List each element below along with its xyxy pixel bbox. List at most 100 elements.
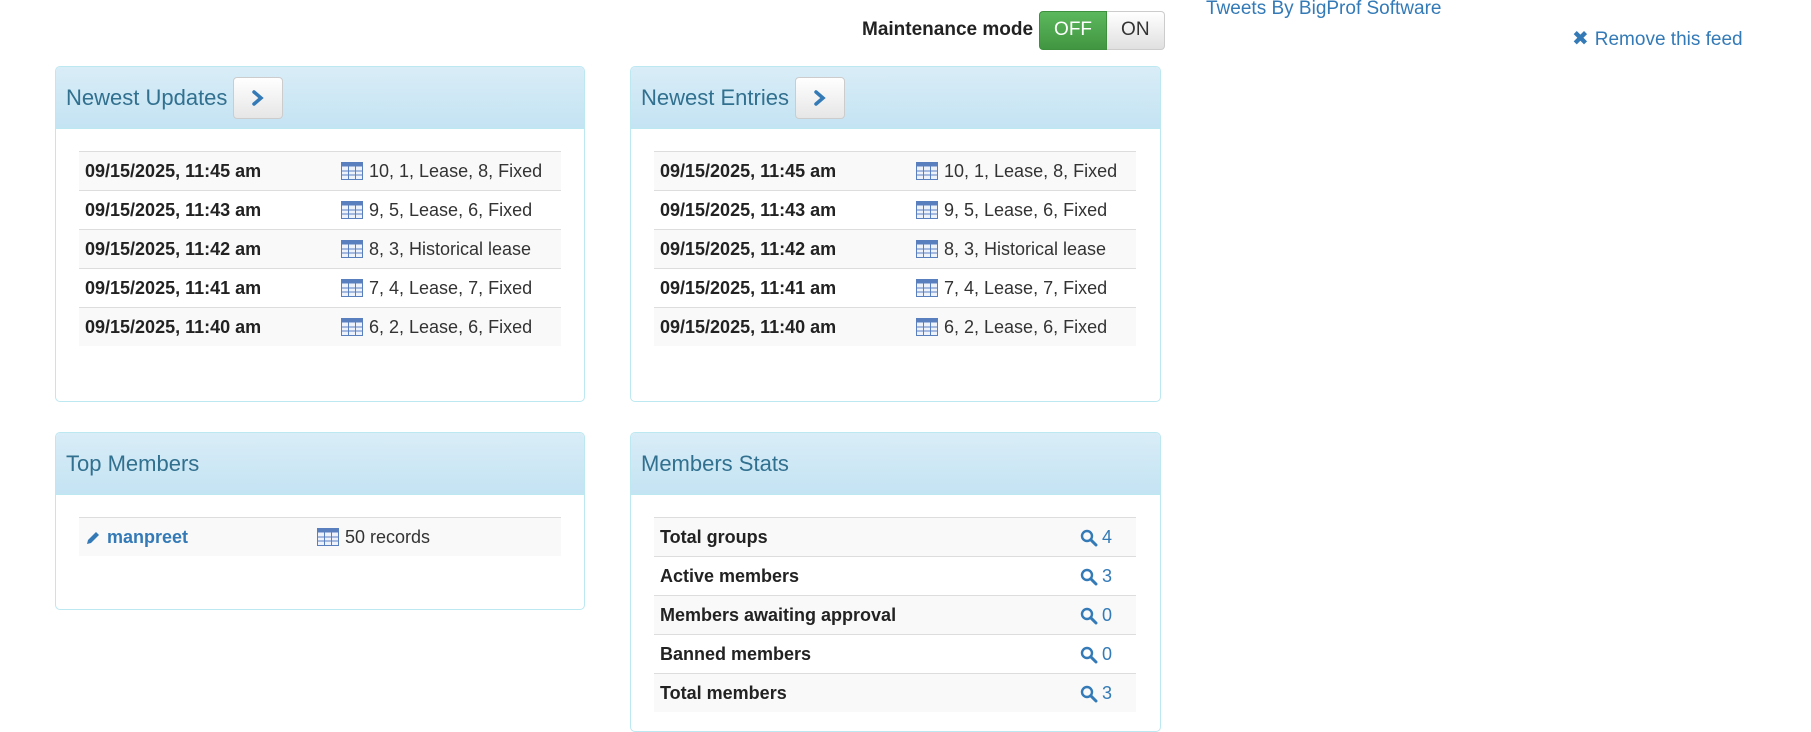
table-row: 09/15/2025, 11:45 am 10, 1, Lease, 8, Fix… <box>79 151 561 191</box>
entry-link[interactable]: 9, 5, Lease, 6, Fixed <box>335 190 561 230</box>
top-members-panel: Top Members manpreet 50 records <box>55 432 585 610</box>
maintenance-on-button[interactable]: ON <box>1107 10 1165 50</box>
table-row: 09/15/2025, 11:41 am 7, 4, Lease, 7, Fixe… <box>79 268 561 308</box>
table-row: 09/15/2025, 11:42 am 8, 3, Historical lea… <box>79 229 561 269</box>
stat-link[interactable]: 4 <box>1074 517 1136 557</box>
entry-date: 09/15/2025, 11:41 am <box>79 268 335 308</box>
newest-entries-panel: Newest Entries 09/15/2025, 11:45 am 10, 1… <box>630 66 1161 402</box>
entry-date: 09/15/2025, 11:45 am <box>79 151 335 191</box>
entry-summary: 10, 1, Lease, 8, Fixed <box>369 160 543 181</box>
table-row: 09/15/2025, 11:41 am 7, 4, Lease, 7, Fixe… <box>654 268 1136 308</box>
newest-updates-panel: Newest Updates 09/15/2025, 11:45 am 10, 1… <box>55 66 585 402</box>
table-row: manpreet 50 records <box>79 517 561 556</box>
newest-updates-more-button[interactable] <box>233 76 284 119</box>
stat-link[interactable]: 3 <box>1074 673 1136 712</box>
stat-label: Active members <box>654 556 1074 596</box>
table-icon <box>916 201 938 219</box>
table-icon <box>916 240 938 258</box>
entry-link[interactable]: 8, 3, Historical lease <box>910 229 1136 269</box>
member-name: manpreet <box>107 526 189 547</box>
entry-link[interactable]: 7, 4, Lease, 7, Fixed <box>910 268 1136 308</box>
search-icon <box>1080 646 1098 664</box>
entry-date: 09/15/2025, 11:43 am <box>654 190 910 230</box>
stat-link[interactable]: 3 <box>1074 556 1136 596</box>
table-row: Total members 3 <box>654 673 1136 712</box>
entry-date: 09/15/2025, 11:41 am <box>654 268 910 308</box>
table-icon <box>341 279 363 297</box>
entry-summary: 7, 4, Lease, 7, Fixed <box>944 277 1108 298</box>
stat-value: 3 <box>1102 565 1113 586</box>
member-link[interactable]: manpreet <box>79 517 311 556</box>
stat-link[interactable]: 0 <box>1074 595 1136 635</box>
entry-link[interactable]: 6, 2, Lease, 6, Fixed <box>335 307 561 346</box>
table-icon <box>916 318 938 336</box>
entry-date: 09/15/2025, 11:40 am <box>654 307 910 346</box>
entry-summary: 9, 5, Lease, 6, Fixed <box>369 199 533 220</box>
search-icon <box>1080 568 1098 586</box>
top-members-table: manpreet 50 records <box>79 517 561 556</box>
stat-value: 0 <box>1102 604 1113 625</box>
entry-link[interactable]: 10, 1, Lease, 8, Fixed <box>910 151 1136 191</box>
table-row: 09/15/2025, 11:42 am 8, 3, Historical lea… <box>654 229 1136 269</box>
close-icon: ✖ <box>1572 28 1589 50</box>
stat-value: 3 <box>1102 682 1113 703</box>
newest-entries-heading: Newest Entries <box>631 67 1160 129</box>
entry-link[interactable]: 6, 2, Lease, 6, Fixed <box>910 307 1136 346</box>
table-icon <box>916 162 938 180</box>
entry-link[interactable]: 7, 4, Lease, 7, Fixed <box>335 268 561 308</box>
stat-label: Members awaiting approval <box>654 595 1074 635</box>
tweets-link[interactable]: Tweets By BigProf Software <box>1206 0 1442 20</box>
table-icon <box>916 279 938 297</box>
chevron-right-icon <box>814 89 826 106</box>
newest-updates-heading: Newest Updates <box>56 67 584 129</box>
table-row: 09/15/2025, 11:40 am 6, 2, Lease, 6, Fixe… <box>79 307 561 346</box>
newest-entries-title: Newest Entries <box>641 84 789 110</box>
member-records[interactable]: 50 records <box>311 517 561 556</box>
members-stats-panel: Members Stats Total groups 4 Active member… <box>630 432 1161 732</box>
members-stats-table: Total groups 4 Active members 3 Members awai… <box>654 517 1136 712</box>
search-icon <box>1080 607 1098 625</box>
table-icon <box>317 528 339 546</box>
table-row: 09/15/2025, 11:43 am 9, 5, Lease, 6, Fixe… <box>654 190 1136 230</box>
members-stats-heading: Members Stats <box>631 433 1160 495</box>
maintenance-mode-toggle: Maintenance mode OFF ON <box>862 10 1165 50</box>
maintenance-off-button[interactable]: OFF <box>1039 10 1108 50</box>
member-records-label: 50 records <box>345 526 431 547</box>
stat-value: 0 <box>1102 643 1113 664</box>
members-stats-title: Members Stats <box>641 450 789 476</box>
newest-updates-table: 09/15/2025, 11:45 am 10, 1, Lease, 8, Fix… <box>79 151 561 346</box>
table-row: Banned members 0 <box>654 634 1136 674</box>
entry-date: 09/15/2025, 11:40 am <box>79 307 335 346</box>
entry-date: 09/15/2025, 11:43 am <box>79 190 335 230</box>
newest-entries-table: 09/15/2025, 11:45 am 10, 1, Lease, 8, Fix… <box>654 151 1136 346</box>
remove-feed-label: Remove this feed <box>1594 29 1743 50</box>
entry-date: 09/15/2025, 11:42 am <box>654 229 910 269</box>
entry-link[interactable]: 10, 1, Lease, 8, Fixed <box>335 151 561 191</box>
newest-entries-more-button[interactable] <box>794 76 845 119</box>
entry-summary: 10, 1, Lease, 8, Fixed <box>944 160 1118 181</box>
table-row: Members awaiting approval 0 <box>654 595 1136 635</box>
remove-feed-button[interactable]: ✖ Remove this feed <box>1572 26 1743 51</box>
entry-summary: 6, 2, Lease, 6, Fixed <box>944 316 1108 337</box>
entry-summary: 8, 3, Historical lease <box>369 238 532 259</box>
search-icon <box>1080 685 1098 703</box>
entry-summary: 8, 3, Historical lease <box>944 238 1107 259</box>
stat-label: Total members <box>654 673 1074 712</box>
maintenance-mode-label: Maintenance mode <box>862 19 1034 40</box>
pencil-icon <box>87 531 99 544</box>
table-icon <box>341 201 363 219</box>
newest-updates-title: Newest Updates <box>66 84 228 110</box>
entry-date: 09/15/2025, 11:45 am <box>654 151 910 191</box>
stat-label: Total groups <box>654 517 1074 557</box>
stat-link[interactable]: 0 <box>1074 634 1136 674</box>
table-icon <box>341 240 363 258</box>
table-row: 09/15/2025, 11:45 am 10, 1, Lease, 8, Fix… <box>654 151 1136 191</box>
table-icon <box>341 162 363 180</box>
stat-value: 4 <box>1102 526 1113 547</box>
entry-summary: 7, 4, Lease, 7, Fixed <box>369 277 533 298</box>
table-row: 09/15/2025, 11:40 am 6, 2, Lease, 6, Fixe… <box>654 307 1136 346</box>
top-members-title: Top Members <box>66 450 200 476</box>
entry-link[interactable]: 8, 3, Historical lease <box>335 229 561 269</box>
entry-link[interactable]: 9, 5, Lease, 6, Fixed <box>910 190 1136 230</box>
entry-summary: 6, 2, Lease, 6, Fixed <box>369 316 533 337</box>
